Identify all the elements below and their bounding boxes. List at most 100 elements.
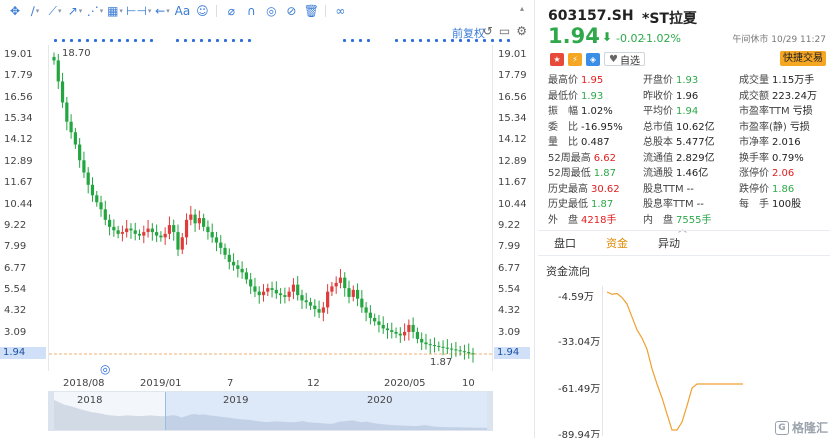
candle-body[interactable] (82, 160, 86, 173)
candle-body[interactable] (150, 228, 154, 233)
candle-body[interactable] (146, 228, 150, 233)
candle-body[interactable] (197, 218, 201, 224)
trend-icon[interactable]: ↗ ▾ (66, 2, 84, 20)
candle-body[interactable] (441, 346, 445, 348)
event-dot[interactable] (427, 39, 430, 42)
candle-body[interactable] (304, 300, 308, 303)
candle-body[interactable] (428, 344, 432, 346)
candle-body[interactable] (321, 307, 325, 313)
candle-body[interactable] (330, 286, 334, 292)
event-dot[interactable] (459, 39, 462, 42)
navigator-handle-left[interactable] (48, 391, 54, 431)
candle-body[interactable] (261, 291, 266, 296)
tag-icon[interactable]: ◈ (586, 52, 600, 66)
brush-icon[interactable]: ⌀ (222, 2, 240, 20)
candle-body[interactable] (308, 302, 313, 306)
event-dot[interactable] (224, 39, 227, 42)
add-watchlist-button[interactable]: ♥ 自选 (604, 52, 645, 67)
candle-body[interactable] (291, 284, 296, 292)
tab-orderbook[interactable]: 盘口 (554, 235, 576, 251)
candle-body[interactable] (471, 353, 475, 355)
candle-body[interactable] (176, 232, 180, 250)
candle-body[interactable] (159, 235, 163, 238)
event-dot[interactable] (435, 39, 438, 42)
candle-body[interactable] (65, 102, 69, 122)
candle-body[interactable] (69, 121, 73, 133)
event-dot[interactable] (367, 39, 370, 42)
candle-body[interactable] (283, 295, 287, 297)
event-dot[interactable] (248, 39, 251, 42)
event-dot[interactable] (142, 39, 145, 42)
candle-body[interactable] (334, 282, 338, 287)
event-dot[interactable] (395, 39, 398, 42)
cash-flow-chart[interactable] (602, 286, 822, 436)
candle-body[interactable] (313, 305, 317, 310)
event-dot[interactable] (94, 39, 97, 42)
candle-body[interactable] (274, 289, 278, 294)
candle-body[interactable] (240, 268, 244, 273)
navigator-window[interactable] (165, 392, 493, 430)
candle-body[interactable] (202, 218, 206, 227)
event-dot[interactable] (86, 39, 89, 42)
candle-body[interactable] (249, 279, 253, 287)
trash-icon[interactable]: 🗑 (302, 2, 320, 20)
candle-body[interactable] (257, 291, 261, 296)
magnet-icon[interactable]: ∩ (242, 2, 260, 20)
candle-body[interactable] (107, 219, 112, 227)
scroll-up-icon[interactable]: ▴ (520, 4, 524, 13)
event-dot[interactable] (118, 39, 121, 42)
candle-body[interactable] (214, 237, 219, 243)
candle-body[interactable] (381, 324, 385, 329)
event-dot[interactable] (351, 39, 354, 42)
candle-body[interactable] (454, 349, 458, 351)
candle-body[interactable] (155, 232, 159, 236)
candle-body[interactable] (219, 242, 223, 248)
undo-icon[interactable]: ↺ (483, 24, 493, 38)
tab-funds[interactable]: 资金 (606, 235, 628, 251)
candle-body[interactable] (462, 351, 467, 353)
event-dot[interactable] (184, 39, 187, 42)
candle-body[interactable] (133, 230, 137, 234)
candle-body[interactable] (73, 132, 77, 145)
event-dot[interactable] (403, 39, 406, 42)
candle-body[interactable] (279, 293, 283, 296)
candle-body[interactable] (360, 298, 364, 308)
candle-body[interactable] (347, 288, 351, 297)
event-dot[interactable] (443, 39, 446, 42)
candle-body[interactable] (270, 288, 274, 290)
event-dot[interactable] (126, 39, 129, 42)
candle-body[interactable] (231, 261, 236, 266)
line-icon[interactable]: ⟋ ▾ (46, 2, 64, 20)
event-dot[interactable] (467, 39, 470, 42)
event-dot[interactable] (78, 39, 81, 42)
candle-body[interactable] (103, 209, 107, 220)
event-dot[interactable] (419, 39, 422, 42)
candle-body[interactable] (223, 247, 227, 255)
candle-body[interactable] (377, 321, 381, 325)
candle-body[interactable] (390, 330, 394, 332)
candle-body[interactable] (266, 288, 270, 292)
candle-body[interactable] (60, 81, 65, 103)
candle-body[interactable] (351, 289, 355, 297)
candle-body[interactable] (300, 295, 304, 301)
candle-body[interactable] (458, 350, 462, 352)
event-dot[interactable] (240, 39, 243, 42)
candle-body[interactable] (120, 232, 125, 234)
candle-body[interactable] (373, 317, 377, 322)
candle-body[interactable] (244, 272, 248, 280)
quick-trade-button[interactable]: 快捷交易 (780, 51, 826, 66)
font-icon[interactable]: Aa (173, 2, 191, 20)
candle-body[interactable] (180, 237, 184, 250)
candle-body[interactable] (78, 144, 82, 161)
candle-body[interactable] (193, 214, 197, 224)
candle-body[interactable] (326, 291, 330, 308)
candle-body[interactable] (90, 184, 95, 196)
eye-icon[interactable]: ◎ (262, 2, 280, 20)
arrow-icon[interactable]: ← ▾ (153, 2, 171, 20)
candle-body[interactable] (163, 233, 167, 238)
candle-body[interactable] (95, 195, 99, 203)
event-dot[interactable] (70, 39, 73, 42)
candle-body[interactable] (385, 328, 390, 331)
event-circle-icon[interactable]: ◎ (100, 362, 110, 376)
candle-body[interactable] (236, 265, 240, 269)
